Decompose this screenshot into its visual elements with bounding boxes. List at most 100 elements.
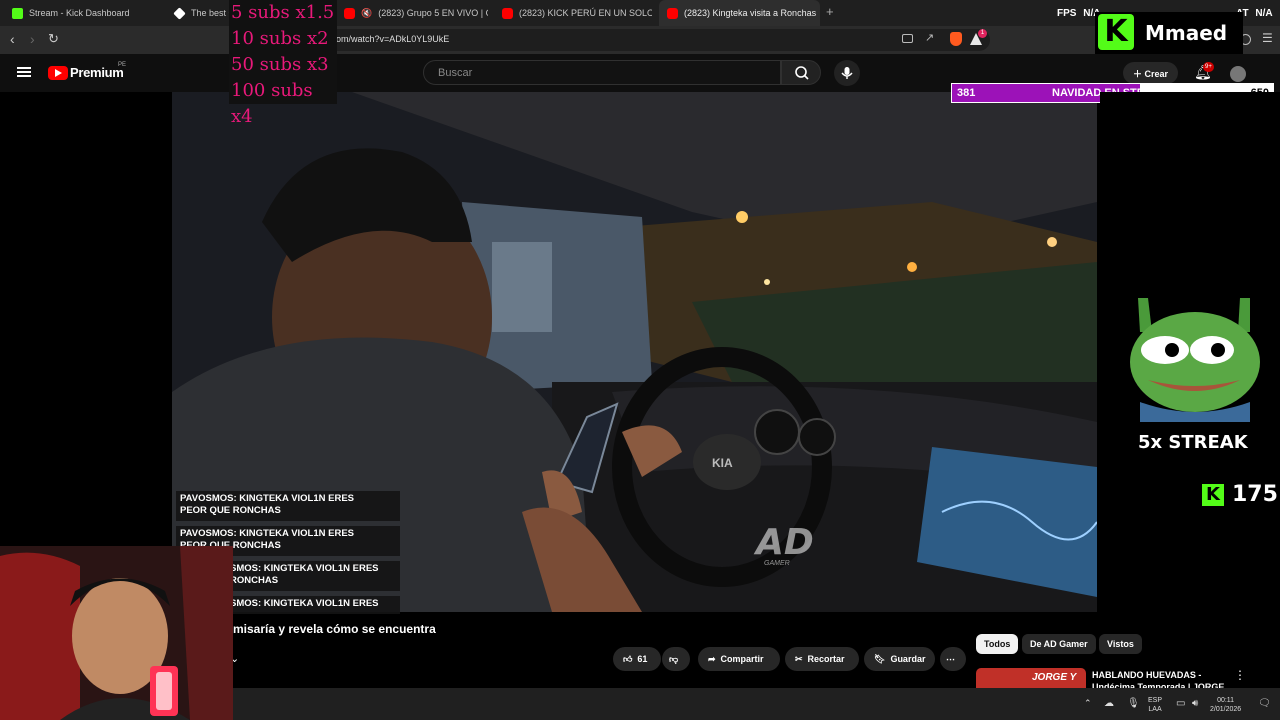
- sub-goal-3: 50 subs x3: [231, 54, 329, 75]
- svg-text:KIA: KIA: [712, 456, 733, 470]
- sub-goal-4: 100 subs x4: [231, 80, 313, 127]
- save-button[interactable]: 🔖︎ Guardar: [864, 647, 935, 671]
- thumbnail-text: JORGE Y: [1032, 672, 1077, 683]
- forward-icon[interactable]: ›: [30, 31, 35, 47]
- webcam-feed: [0, 546, 233, 720]
- chat-line: PAVOSMOS: KINGTEKA VIOL1N ERES: [180, 528, 355, 539]
- tab-grupo-5[interactable]: 🔇 (2823) Grupo 5 EN VIVO | Concie: [336, 0, 488, 26]
- chip-watched[interactable]: Vistos: [1099, 634, 1142, 654]
- chat-line: SMOS: KINGTEKA VIOL1N ERES: [230, 563, 379, 574]
- share-page-icon[interactable]: ↗: [925, 31, 934, 44]
- address-url[interactable]: om/watch?v=ADkL0YL9UkE: [336, 34, 449, 44]
- share-label: Compartir: [720, 654, 764, 664]
- diamond-icon: [173, 6, 186, 20]
- volume-icon[interactable]: 🔊︎: [1192, 698, 1198, 709]
- tab-kick-dashboard[interactable]: Stream - Kick Dashboard: [4, 0, 164, 26]
- suggested-menu-icon[interactable]: ⋮: [1234, 668, 1246, 682]
- plus-icon: ＋: [1132, 69, 1142, 79]
- language-primary: ESP: [1148, 697, 1163, 704]
- chat-message: PAVOSMOS: KINGTEKA VIOL1N ERES PEOR QUE …: [176, 491, 400, 521]
- thumbs-up-icon: 👍︎: [623, 653, 633, 664]
- back-icon[interactable]: ‹: [10, 31, 15, 47]
- chat-message: SMOS: KINGTEKA VIOL1N ERES RONCHAS: [226, 561, 400, 591]
- video-title: misaría y revela cómo se encuentra: [233, 622, 436, 636]
- tab-kingteka[interactable]: (2823) Kingteka visita a Ronchas ✕: [659, 0, 820, 26]
- chip-channel[interactable]: De AD Gamer: [1022, 634, 1096, 654]
- clip-button[interactable]: ✂ Recortar: [785, 647, 859, 671]
- sub-goals-overlay: 5 subs x1.5 10 subs x2 50 subs x3 100 su…: [229, 0, 337, 127]
- sub-progress-start: 381: [957, 87, 976, 99]
- youtube-icon: [344, 7, 355, 19]
- share-button[interactable]: ➦ Compartir: [698, 647, 780, 671]
- video-watermark: AD: [756, 522, 814, 563]
- bookmark-icon: 🔖︎: [874, 653, 886, 664]
- browser-menu-icon[interactable]: ☰: [1262, 31, 1273, 45]
- new-tab-icon[interactable]: +: [826, 4, 834, 19]
- cpu-value: N/A: [1255, 8, 1273, 19]
- tab-title: (2823) Grupo 5 EN VIVO | Concie: [378, 8, 488, 18]
- youtube-icon: [502, 7, 513, 19]
- scissors-icon: ✂: [795, 653, 803, 664]
- clip-label: Recortar: [807, 654, 845, 664]
- sub-goal-2: 10 subs x2: [231, 28, 329, 49]
- menu-icon[interactable]: [17, 67, 31, 77]
- browser-tab-strip: Stream - Kick Dashboard The best O 🔇 (28…: [0, 0, 1280, 26]
- brave-shield-icon[interactable]: [950, 32, 962, 46]
- save-label: Guardar: [890, 654, 926, 664]
- tab-kick-peru[interactable]: (2823) KICK PERÚ EN UN SOLO VIDE: [494, 0, 652, 26]
- cast-icon[interactable]: [902, 34, 913, 43]
- reload-icon[interactable]: ↻: [48, 31, 59, 47]
- like-count: 61: [637, 654, 648, 664]
- video-watermark-sub: GAMER: [764, 560, 790, 567]
- tab-title: (2823) Kingteka visita a Ronchas: [684, 8, 817, 18]
- mute-icon[interactable]: 🔇: [361, 8, 372, 19]
- tray-mic-icon[interactable]: 🎙︎: [1127, 698, 1140, 709]
- search-input[interactable]: Buscar: [423, 60, 781, 85]
- browser-toolbar: ‹ › ↻ ↗ 1 ☰: [0, 26, 1280, 54]
- more-actions-button[interactable]: ⋯: [940, 647, 966, 671]
- thumbs-down-icon: 👎︎: [669, 653, 679, 664]
- clock-time: 00:11: [1217, 697, 1235, 704]
- kick-icon: [12, 7, 23, 19]
- chat-line: RONCHAS: [230, 575, 279, 586]
- create-label: Crear: [1144, 69, 1169, 79]
- chip-all[interactable]: Todos: [976, 634, 1019, 654]
- fps-label: FPS: [1057, 8, 1077, 19]
- tray-expand-icon[interactable]: ⌃: [1084, 698, 1092, 709]
- create-button[interactable]: ＋ Crear: [1123, 62, 1178, 84]
- sub-goal-1: 5 subs x1.5: [231, 2, 335, 23]
- clock[interactable]: 00:11 2/01/2026: [1210, 696, 1241, 714]
- voice-search-button[interactable]: [834, 60, 860, 86]
- tab-title: The best O: [191, 8, 230, 18]
- kick-k-icon: K: [1202, 484, 1224, 506]
- streamer-name: Mmaed: [1145, 21, 1228, 45]
- clock-date: 2/01/2026: [1210, 706, 1242, 713]
- suggested-thumbnail[interactable]: JORGE Y: [976, 668, 1086, 688]
- more-icon: ⋯: [946, 653, 955, 664]
- youtube-premium-logo[interactable]: Premium: [70, 65, 124, 80]
- dislike-button[interactable]: 👎︎: [662, 647, 690, 671]
- tab-the-best[interactable]: The best O: [166, 0, 230, 26]
- onedrive-icon[interactable]: ☁: [1104, 698, 1114, 709]
- streak-text: 5x STREAK: [1138, 432, 1248, 453]
- notifications-icon[interactable]: 🗨︎: [1258, 698, 1271, 709]
- webcam-overlay: [0, 546, 233, 720]
- avatar[interactable]: [1230, 66, 1246, 82]
- kick-counter: 175: [1232, 482, 1278, 507]
- chat-line: SMOS: KINGTEKA VIOL1N ERES: [230, 598, 379, 609]
- language-secondary: LAA: [1148, 706, 1162, 713]
- chat-line: PEOR QUE RONCHAS: [180, 505, 281, 516]
- tab-title: Stream - Kick Dashboard: [29, 8, 130, 18]
- kick-logo-icon: K: [1098, 14, 1134, 50]
- notification-badge: 9+: [1203, 62, 1214, 72]
- language-indicator[interactable]: ESP LAA: [1148, 696, 1162, 714]
- chat-line: PAVOSMOS: KINGTEKA VIOL1N ERES: [180, 493, 355, 504]
- network-icon[interactable]: ▭: [1176, 698, 1185, 709]
- youtube-logo-icon[interactable]: [48, 66, 68, 80]
- search-placeholder: Buscar: [438, 67, 473, 79]
- search-button[interactable]: [781, 60, 821, 85]
- fps-readout: FPS N/A: [1057, 8, 1100, 19]
- chat-message: SMOS: KINGTEKA VIOL1N ERES: [226, 596, 400, 614]
- like-button[interactable]: 👍︎ 61: [613, 647, 661, 671]
- rewards-badge: 1: [978, 29, 987, 38]
